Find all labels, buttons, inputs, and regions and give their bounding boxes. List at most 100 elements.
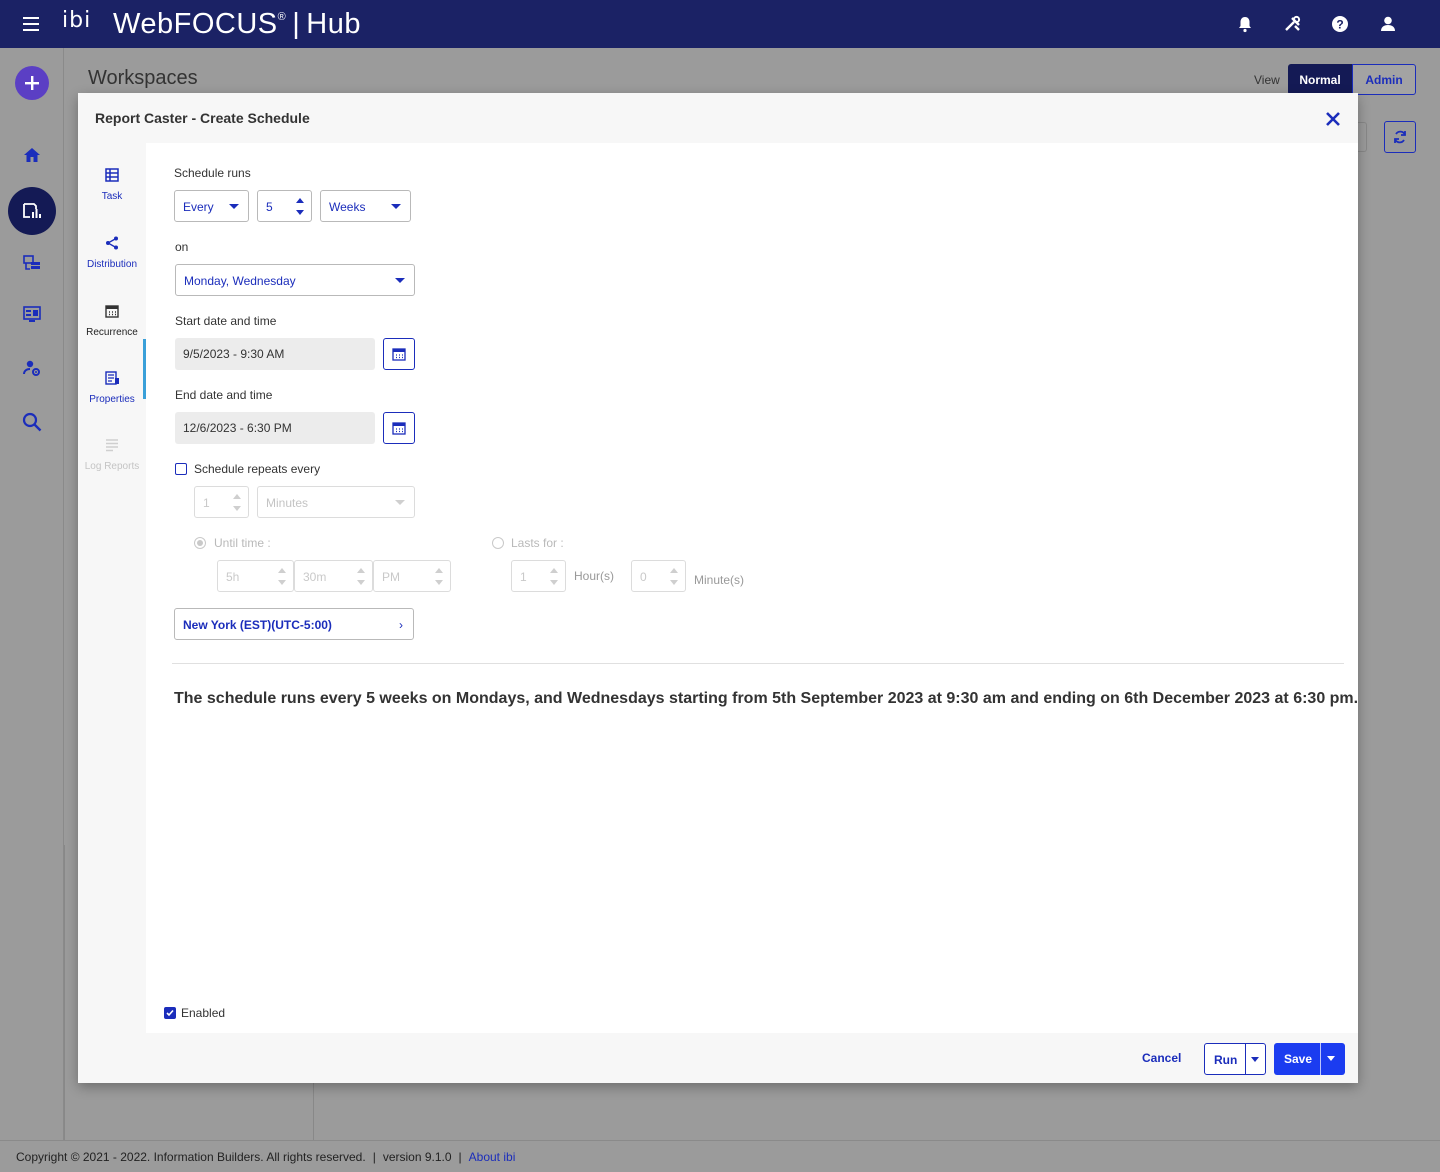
- nav-recurrence-label: Recurrence: [86, 327, 138, 338]
- run-button[interactable]: Run: [1204, 1043, 1266, 1075]
- about-link[interactable]: About ibi: [469, 1150, 516, 1164]
- repeat-interval-stepper[interactable]: 1: [194, 486, 249, 518]
- hamburger-menu-icon[interactable]: [20, 13, 44, 35]
- close-icon[interactable]: [1323, 109, 1343, 129]
- chevron-down-icon: [395, 278, 405, 283]
- increment-icon: [278, 568, 286, 573]
- dialog-title: Report Caster - Create Schedule: [95, 110, 310, 126]
- run-dropdown-icon[interactable]: [1251, 1057, 1259, 1062]
- settings-icon[interactable]: [16, 352, 48, 384]
- user-icon[interactable]: [1376, 12, 1400, 36]
- refresh-icon[interactable]: [1384, 121, 1416, 153]
- copyright-text: Copyright © 2021 - 2022. Information Bui…: [16, 1150, 366, 1164]
- view-admin-button[interactable]: Admin: [1352, 64, 1416, 95]
- help-icon[interactable]: ?: [1329, 12, 1353, 36]
- nav-properties-label: Properties: [89, 394, 135, 405]
- footer: Copyright © 2021 - 2022. Information Bui…: [0, 1140, 1440, 1172]
- ibi-logo: ibi: [62, 8, 92, 33]
- start-date-field[interactable]: 9/5/2023 - 9:30 AM: [175, 338, 375, 370]
- dialog-nav: Task Distribution Recurrence Properties: [78, 143, 146, 1033]
- workspaces-title: Workspaces: [88, 67, 198, 89]
- nav-recurrence[interactable]: Recurrence: [78, 303, 146, 338]
- run-split-divider: [1245, 1044, 1246, 1074]
- lasts-for-radio[interactable]: [492, 537, 504, 549]
- nav-distribution[interactable]: Distribution: [78, 235, 146, 270]
- until-minutes-value: 30m: [303, 570, 327, 584]
- divider: [172, 663, 1344, 664]
- frequency-value: Every: [183, 200, 214, 214]
- start-date-label: Start date and time: [175, 314, 277, 328]
- search-icon[interactable]: [16, 406, 48, 438]
- decrement-icon: [278, 580, 286, 585]
- increment-icon[interactable]: [296, 198, 304, 203]
- schedule-repeats-label: Schedule repeats every: [194, 462, 321, 476]
- days-select[interactable]: Monday, Wednesday: [175, 264, 415, 296]
- increment-icon: [233, 494, 241, 499]
- view-label: View: [1254, 73, 1280, 87]
- home-icon[interactable]: [16, 139, 48, 171]
- save-label: Save: [1284, 1052, 1313, 1066]
- end-date-label: End date and time: [175, 388, 273, 402]
- until-ampm-value: PM: [382, 570, 400, 584]
- timezone-button[interactable]: New York (EST)(UTC-5:00) ›: [174, 608, 414, 640]
- until-time-radio[interactable]: [194, 537, 206, 549]
- tools-icon[interactable]: [1281, 12, 1305, 36]
- save-dropdown-icon[interactable]: [1327, 1056, 1335, 1061]
- save-button[interactable]: Save: [1274, 1043, 1345, 1075]
- interval-value: 5: [266, 200, 273, 214]
- content-icon[interactable]: [8, 187, 56, 235]
- increment-icon: [357, 568, 365, 573]
- nav-task[interactable]: Task: [78, 167, 146, 202]
- chevron-down-icon: [395, 500, 405, 505]
- chevron-right-icon: ›: [399, 618, 403, 632]
- portals-icon[interactable]: [16, 298, 48, 330]
- decrement-icon: [550, 580, 558, 585]
- lasts-minutes-stepper[interactable]: 0: [631, 560, 686, 592]
- properties-icon: [104, 370, 120, 386]
- unit-select[interactable]: Weeks: [320, 190, 411, 222]
- calendar-icon: [392, 348, 406, 361]
- decrement-icon: [357, 580, 365, 585]
- end-date-field[interactable]: 12/6/2023 - 6:30 PM: [175, 412, 375, 444]
- add-icon[interactable]: [15, 66, 49, 100]
- nav-task-label: Task: [101, 191, 123, 202]
- version-text: version 9.1.0: [382, 1150, 452, 1164]
- start-calendar-button[interactable]: [383, 338, 415, 370]
- decrement-icon: [233, 506, 241, 511]
- lasts-minutes-value: 0: [640, 570, 647, 584]
- until-ampm-stepper[interactable]: PM: [373, 560, 451, 592]
- until-minutes-stepper[interactable]: 30m: [294, 560, 373, 592]
- nav-log-reports: Log Reports: [78, 437, 146, 472]
- nav-properties[interactable]: Properties: [78, 370, 146, 405]
- svg-text:?: ?: [1336, 18, 1343, 32]
- footer-separator: |: [372, 1150, 376, 1164]
- cancel-button[interactable]: Cancel: [1142, 1051, 1181, 1065]
- view-normal-button[interactable]: Normal: [1288, 64, 1352, 95]
- left-rail: [0, 48, 64, 1140]
- title-separator: |: [292, 8, 301, 40]
- repeat-unit-select[interactable]: Minutes: [257, 486, 415, 518]
- end-calendar-button[interactable]: [383, 412, 415, 444]
- interval-stepper[interactable]: 5: [257, 190, 312, 222]
- lasts-hours-stepper[interactable]: 1: [511, 560, 566, 592]
- nav-distribution-label: Distribution: [86, 259, 138, 270]
- bell-icon[interactable]: [1233, 12, 1257, 36]
- until-hours-stepper[interactable]: 5h: [217, 560, 294, 592]
- lasts-hours-value: 1: [520, 570, 527, 584]
- schedule-repeats-checkbox[interactable]: [175, 463, 187, 475]
- dialog-header: Report Caster - Create Schedule: [78, 93, 1358, 143]
- enabled-checkbox[interactable]: [164, 1007, 176, 1019]
- decrement-icon[interactable]: [296, 210, 304, 215]
- nav-log-reports-label: Log Reports: [84, 461, 140, 472]
- frequency-select[interactable]: Every: [174, 190, 249, 222]
- timezone-value: New York (EST)(UTC-5:00): [183, 618, 332, 632]
- log-icon: [104, 437, 120, 453]
- trademark: ®: [277, 11, 287, 23]
- until-hours-value: 5h: [226, 570, 240, 584]
- product-title: WebFOCUS® | Hub: [113, 8, 361, 41]
- task-icon: [104, 167, 120, 183]
- explorer-icon[interactable]: [16, 247, 48, 279]
- hours-label: Hour(s): [574, 569, 615, 583]
- create-schedule-dialog: Report Caster - Create Schedule Task Dis…: [78, 93, 1358, 1083]
- minutes-label: Minute(s): [694, 573, 745, 587]
